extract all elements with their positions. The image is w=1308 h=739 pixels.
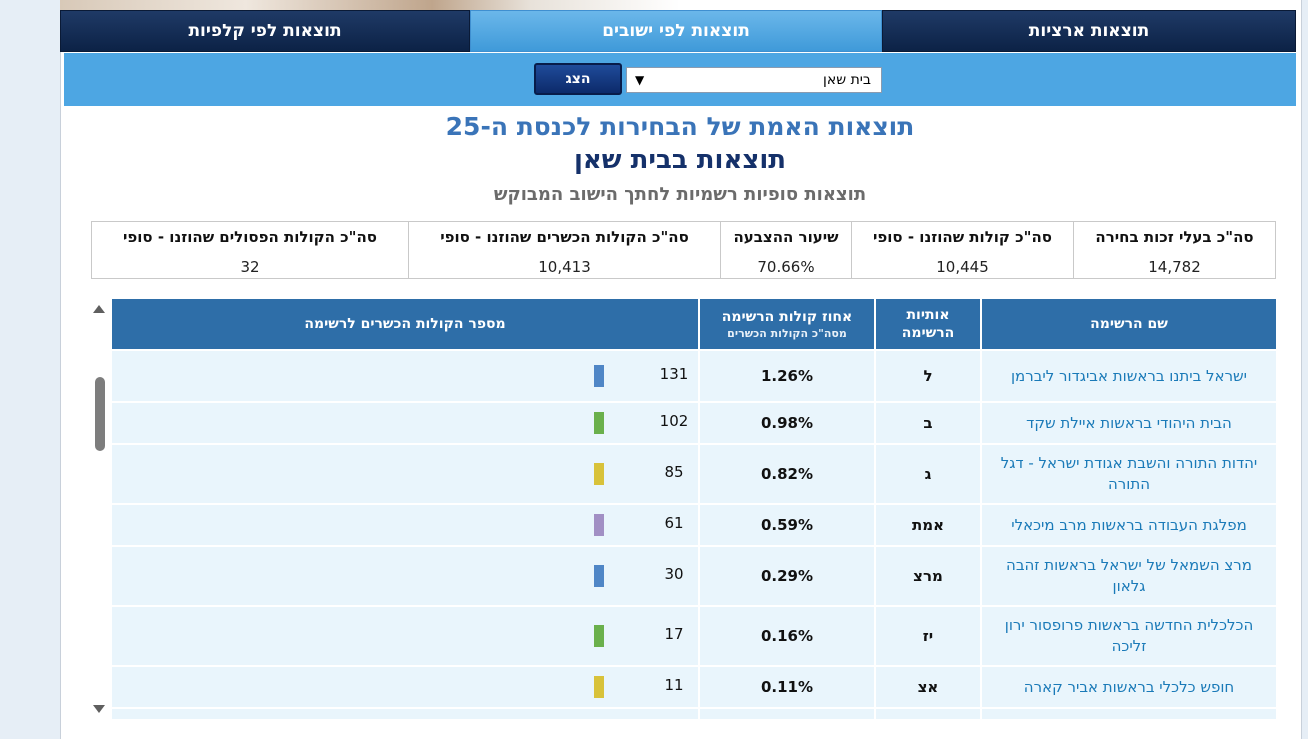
table-cell-partial xyxy=(112,709,698,719)
chevron-down-icon: ▼ xyxy=(635,73,645,87)
party-votes-cell: 131 xyxy=(112,351,698,401)
party-name[interactable]: הבית היהודי בראשות איילת שקד xyxy=(982,403,1276,443)
party-percent: 0.29% xyxy=(700,547,874,605)
summary-label: סה"כ הקולות הפסולים שהוזנו - סופי xyxy=(123,228,377,246)
settlement-select[interactable]: בית שאן ▼ xyxy=(626,67,882,93)
scroll-down-arrow-icon[interactable] xyxy=(93,705,105,713)
party-letters: אמת xyxy=(876,505,980,545)
party-votes-cell: 11 xyxy=(112,667,698,707)
party-votes-bar xyxy=(594,625,604,647)
summary-valid: סה"כ הקולות הכשרים שהוזנו - סופי 10,413 xyxy=(408,222,720,278)
summary-eligible: סה"כ בעלי זכות בחירה 14,782 xyxy=(1073,222,1275,278)
header-banner xyxy=(60,0,1300,10)
party-votes: 17 xyxy=(664,625,684,644)
party-letters: יז xyxy=(876,607,980,665)
results-table: שם הרשימה אותיות הרשימה אחוז קולות הרשימ… xyxy=(112,299,1276,719)
party-votes-bar xyxy=(594,463,604,485)
summary-value: 32 xyxy=(240,258,260,276)
filter-bar: בית שאן ▼ הצג xyxy=(64,53,1296,106)
tab-by-ballot[interactable]: תוצאות לפי קלפיות xyxy=(60,10,470,52)
summary-value: 10,413 xyxy=(538,258,591,276)
party-name[interactable]: ישראל ביתנו בראשות אביגדור ליברמן xyxy=(982,351,1276,401)
summary-turnout: שיעור ההצבעה 70.66% xyxy=(720,222,851,278)
party-votes-bar xyxy=(594,365,604,387)
summary-value: 14,782 xyxy=(1148,258,1201,276)
summary-votes-cast: סה"כ קולות שהוזנו - סופי 10,445 xyxy=(851,222,1073,278)
tab-national[interactable]: תוצאות ארציות xyxy=(882,10,1296,52)
show-button[interactable]: הצג xyxy=(534,63,622,95)
scroll-up-arrow-icon[interactable] xyxy=(93,305,105,313)
party-name[interactable]: חופש כלכלי בראשות אביר קארה xyxy=(982,667,1276,707)
table-cell-partial xyxy=(876,709,980,719)
party-votes: 85 xyxy=(664,463,684,482)
party-votes-bar xyxy=(594,676,604,698)
table-cell-partial xyxy=(700,709,874,719)
table-cell-partial xyxy=(982,709,1276,719)
party-percent: 0.98% xyxy=(700,403,874,443)
header-name: שם הרשימה xyxy=(982,299,1276,349)
party-name[interactable]: מפלגת העבודה בראשות מרב מיכאלי xyxy=(982,505,1276,545)
tab-bar: תוצאות ארציות תוצאות לפי ישובים תוצאות ל… xyxy=(60,10,1296,52)
page-subtitle: תוצאות בבית שאן xyxy=(573,145,787,175)
party-votes-cell: 61 xyxy=(112,505,698,545)
party-letters: ב xyxy=(876,403,980,443)
table-row: ישראל ביתנו בראשות אביגדור ליברמן ל 1.26% 1… xyxy=(112,351,1276,401)
party-percent: 0.16% xyxy=(700,607,874,665)
party-votes-bar xyxy=(594,565,604,587)
tab-by-settlement[interactable]: תוצאות לפי ישובים xyxy=(470,10,882,52)
party-percent: 1.26% xyxy=(700,351,874,401)
summary-label: שיעור ההצבעה xyxy=(733,228,839,246)
party-name[interactable]: מרצ השמאל של ישראל בראשות זהבה גלאון xyxy=(982,547,1276,605)
party-votes: 102 xyxy=(659,412,689,431)
party-letters: מרצ xyxy=(876,547,980,605)
table-header: שם הרשימה אותיות הרשימה אחוז קולות הרשימ… xyxy=(112,299,1276,349)
table-row: חופש כלכלי בראשות אביר קארה אצ 0.11% 11 xyxy=(112,667,1276,707)
party-votes-cell: 30 xyxy=(112,547,698,605)
table-row: הבית היהודי בראשות איילת שקד ב 0.98% 102 xyxy=(112,403,1276,443)
party-letters: אצ xyxy=(876,667,980,707)
party-votes-bar xyxy=(594,514,604,536)
party-votes-cell: 17 xyxy=(112,607,698,665)
party-percent: 0.11% xyxy=(700,667,874,707)
party-votes: 30 xyxy=(664,565,684,584)
table-row: הכלכלית החדשה בראשות פרופסור ירון זליכה י… xyxy=(112,607,1276,665)
header-letters: אותיות הרשימה xyxy=(876,299,980,349)
table-row: מרצ השמאל של ישראל בראשות זהבה גלאון מרצ 0… xyxy=(112,547,1276,605)
party-votes-cell: 85 xyxy=(112,445,698,503)
summary-invalid: סה"כ הקולות הפסולים שהוזנו - סופי 32 xyxy=(92,222,408,278)
party-percent: 0.82% xyxy=(700,445,874,503)
party-name[interactable]: הכלכלית החדשה בראשות פרופסור ירון זליכה xyxy=(982,607,1276,665)
party-votes: 61 xyxy=(664,514,684,533)
summary-label: סה"כ הקולות הכשרים שהוזנו - סופי xyxy=(440,228,689,246)
results-note: תוצאות סופיות רשמיות לחתך הישוב המבוקש xyxy=(493,184,867,205)
page-title: תוצאות האמת של הבחירות לכנסת ה-25 xyxy=(445,112,915,141)
summary-label: סה"כ בעלי זכות בחירה xyxy=(1095,228,1254,246)
header-percent-sub: מסה"כ הקולות הכשרים xyxy=(727,326,847,340)
party-votes-bar xyxy=(594,412,604,434)
party-votes-cell: 102 xyxy=(112,403,698,443)
table-row-partial xyxy=(112,709,1276,719)
summary-label: סה"כ קולות שהוזנו - סופי xyxy=(873,228,1052,246)
party-name[interactable]: יהדות התורה והשבת אגודת ישראל - דגל התור… xyxy=(982,445,1276,503)
party-letters: ל xyxy=(876,351,980,401)
party-votes: 131 xyxy=(659,365,689,384)
header-percent: אחוז קולות הרשימה מסה"כ הקולות הכשרים xyxy=(700,299,874,349)
party-percent: 0.59% xyxy=(700,505,874,545)
header-votes: מספר הקולות הכשרים לרשימה xyxy=(112,299,698,349)
party-votes: 11 xyxy=(664,676,684,695)
summary-value: 10,445 xyxy=(936,258,989,276)
table-row: יהדות התורה והשבת אגודת ישראל - דגל התור… xyxy=(112,445,1276,503)
party-letters: ג xyxy=(876,445,980,503)
summary-value: 70.66% xyxy=(757,258,815,276)
table-row: מפלגת העבודה בראשות מרב מיכאלי אמת 0.59% 61 xyxy=(112,505,1276,545)
scrollbar-thumb[interactable] xyxy=(95,377,105,451)
settlement-select-value: בית שאן xyxy=(823,72,871,88)
summary-panel: סה"כ בעלי זכות בחירה 14,782 סה"כ קולות ש… xyxy=(91,221,1276,279)
